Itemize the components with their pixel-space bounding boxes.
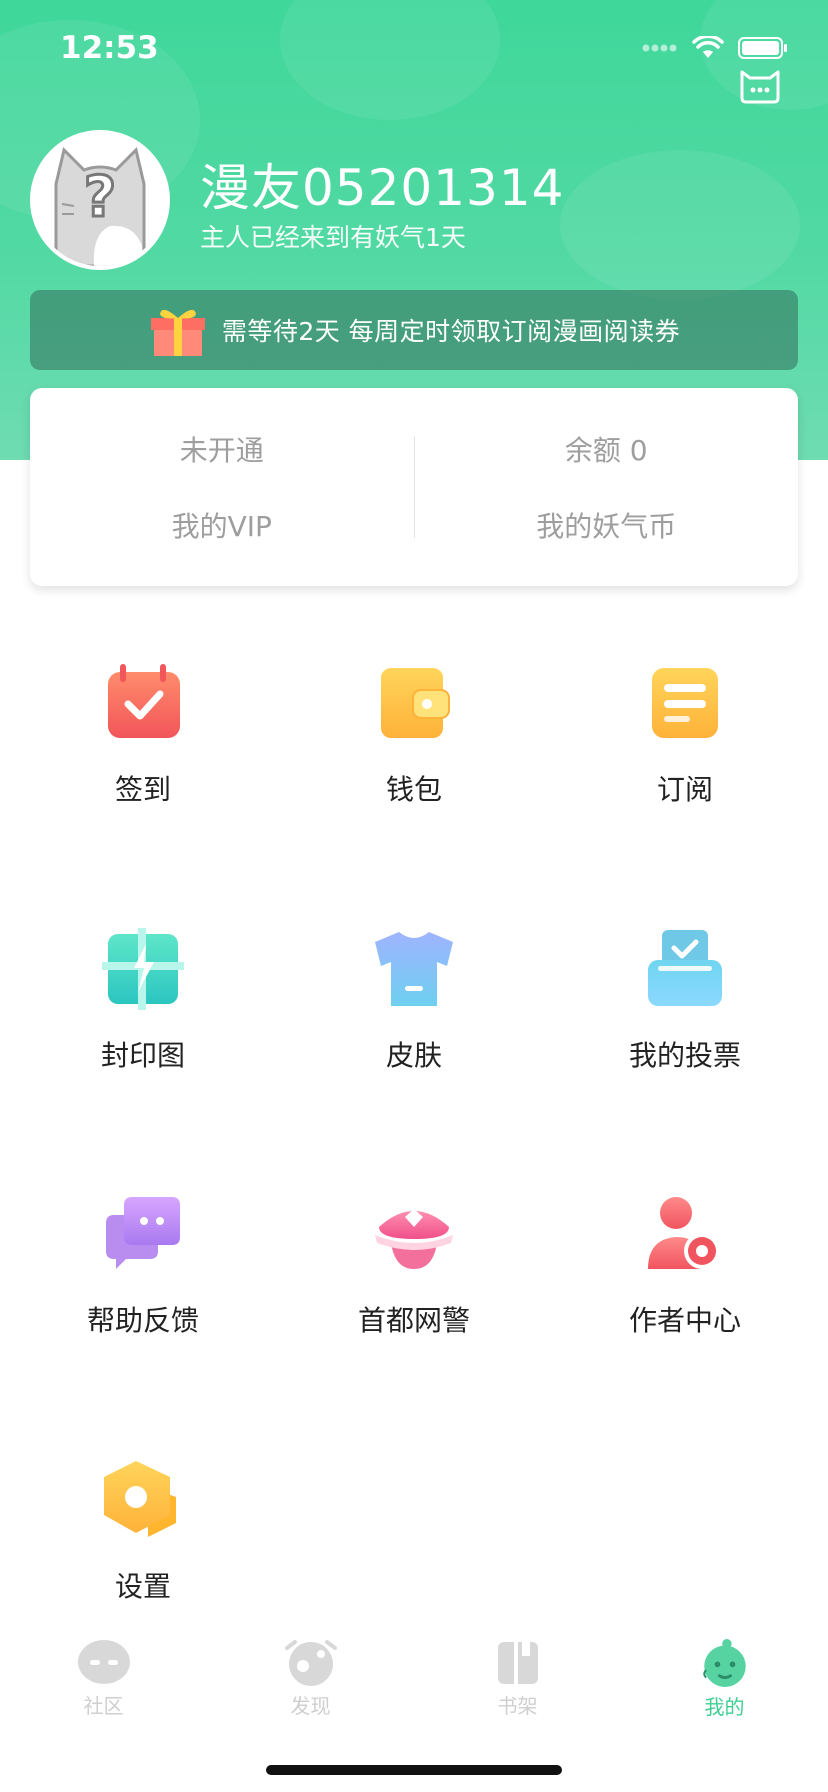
- wallet-icon: [381, 668, 450, 738]
- gift-icon: [150, 309, 205, 356]
- status-bar-time: 12:53: [60, 30, 159, 66]
- menu-my-votes[interactable]: 我的投票: [550, 926, 820, 1074]
- coin-balance: 余额 0: [564, 434, 648, 467]
- mine-mascot-icon: [702, 1638, 746, 1687]
- bottom-tab-bar: 社区 发现 书架 我的: [0, 1620, 828, 1720]
- police-cap-icon: [375, 1209, 453, 1269]
- menu-label: 首都网警: [357, 1304, 470, 1337]
- menu-label: 设置: [114, 1570, 171, 1603]
- background-decoration: [280, 0, 500, 120]
- signal-icon: [642, 44, 677, 52]
- menu-label: 钱包: [385, 773, 442, 806]
- menu-police[interactable]: 首都网警: [279, 1191, 549, 1339]
- menu-label: 订阅: [656, 773, 713, 806]
- vip-label: 我的VIP: [171, 510, 272, 543]
- tab-label: 我的: [704, 1695, 745, 1719]
- settings-icon: [104, 1461, 176, 1537]
- author-center-icon: [648, 1197, 720, 1269]
- menu-label: 作者中心: [628, 1304, 741, 1337]
- menu-label: 帮助反馈: [86, 1304, 199, 1337]
- menu-seal-image[interactable]: 封印图: [8, 926, 278, 1074]
- menu-label: 皮肤: [385, 1039, 442, 1072]
- menu-label: 封印图: [100, 1039, 185, 1072]
- menu-skin[interactable]: 皮肤: [279, 926, 549, 1074]
- tab-bookshelf[interactable]: 书架: [414, 1620, 621, 1720]
- svg-text:?: ?: [84, 165, 116, 230]
- voucher-notice-bar[interactable]: 需等待2天 每周定时领取订阅漫画阅读券: [30, 290, 798, 370]
- tab-mine[interactable]: 我的: [621, 1620, 828, 1720]
- community-icon: [77, 1640, 130, 1684]
- wifi-icon: [692, 36, 724, 58]
- status-bar-indicators: [642, 36, 788, 60]
- avatar[interactable]: ?: [30, 130, 170, 270]
- message-cat-icon[interactable]: [738, 70, 782, 106]
- my-coins-button[interactable]: 余额 0 我的妖气币: [415, 388, 799, 586]
- home-indicator: [266, 1765, 562, 1775]
- help-feedback-icon: [106, 1197, 180, 1269]
- bookshelf-icon: [497, 1642, 538, 1684]
- menu-settings[interactable]: 设置: [8, 1457, 278, 1605]
- my-vip-button[interactable]: 未开通 我的VIP: [30, 388, 414, 586]
- menu-label: 我的投票: [628, 1039, 741, 1072]
- tab-community[interactable]: 社区: [0, 1620, 207, 1720]
- default-cat-avatar-icon: ?: [34, 134, 166, 266]
- menu-checkin[interactable]: 签到: [8, 660, 278, 808]
- menu-help-feedback[interactable]: 帮助反馈: [8, 1191, 278, 1339]
- background-decoration: [560, 150, 800, 300]
- vip-status: 未开通: [179, 434, 264, 467]
- discover-icon: [284, 1640, 337, 1686]
- coins-label: 我的妖气币: [536, 510, 677, 543]
- vote-box-icon: [648, 930, 722, 1006]
- username[interactable]: 漫友05201314: [200, 148, 565, 220]
- subscribe-icon: [652, 668, 718, 738]
- skin-shirt-icon: [375, 932, 453, 1006]
- battery-icon: [738, 37, 787, 59]
- tab-discover[interactable]: 发现: [207, 1620, 414, 1720]
- seal-image-icon: [102, 928, 184, 1010]
- user-days-subtitle: 主人已经来到有妖气1天: [200, 223, 466, 252]
- wallet-card: 未开通 我的VIP 余额 0 我的妖气币: [30, 388, 798, 586]
- menu-author-center[interactable]: 作者中心: [550, 1191, 820, 1339]
- tab-label: 社区: [83, 1694, 124, 1718]
- tab-label: 发现: [290, 1694, 331, 1718]
- menu-label: 签到: [114, 773, 171, 806]
- tab-label: 书架: [497, 1694, 538, 1718]
- checkin-calendar-icon: [108, 664, 180, 738]
- menu-subscribe[interactable]: 订阅: [550, 660, 820, 808]
- voucher-notice-text: 需等待2天 每周定时领取订阅漫画阅读券: [221, 317, 681, 346]
- menu-wallet[interactable]: 钱包: [279, 660, 549, 808]
